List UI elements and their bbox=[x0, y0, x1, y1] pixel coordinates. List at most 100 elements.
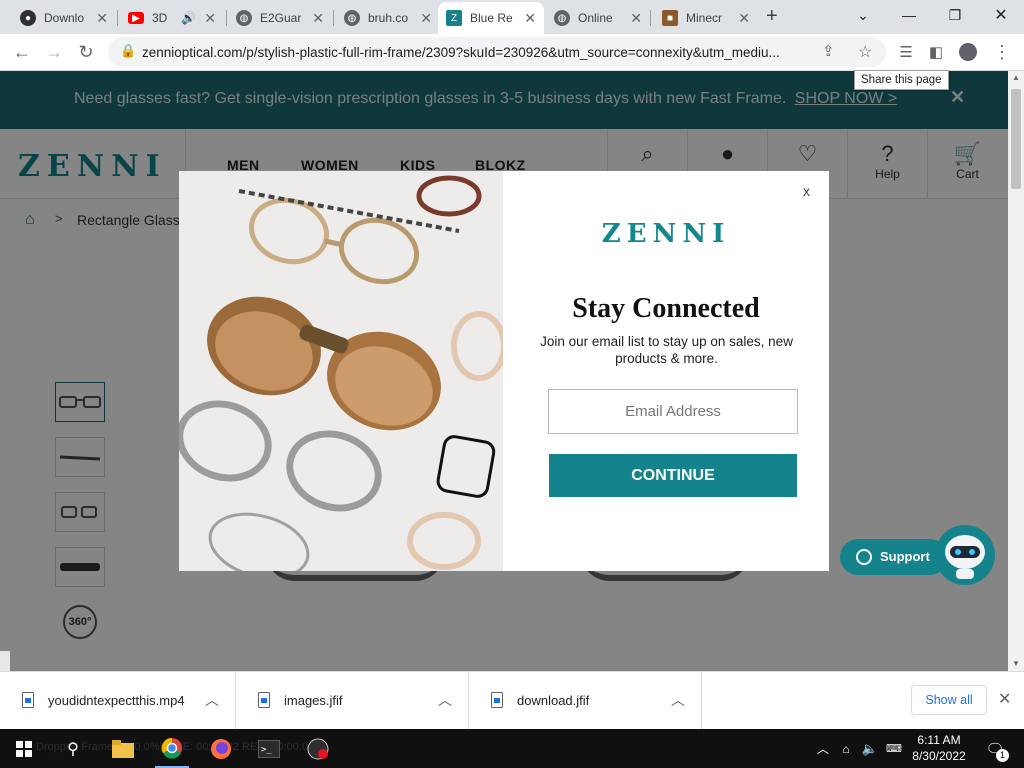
tab-close-icon[interactable]: ✕ bbox=[312, 10, 324, 27]
clock-time: 6:11 AM bbox=[917, 733, 961, 747]
tab-title: Blue Re bbox=[470, 11, 513, 25]
notification-center-icon[interactable]: 🗨 1 bbox=[980, 729, 1010, 768]
file-icon bbox=[258, 692, 270, 708]
keyboard-layout-icon[interactable]: ⌨ bbox=[884, 729, 904, 768]
tab-separator bbox=[117, 10, 118, 26]
obs-taskbar-icon[interactable] bbox=[301, 729, 335, 768]
address-bar[interactable]: 🔒 zennioptical.com/p/stylish-plastic-ful… bbox=[108, 37, 886, 67]
windows-taskbar: Dropped Frames 0 (0.0%) LIVE: 00:15:32 R… bbox=[0, 729, 1024, 768]
share-tooltip: Share this page bbox=[854, 70, 949, 90]
globe-icon: ◍ bbox=[236, 10, 252, 26]
firefox-icon[interactable] bbox=[204, 729, 238, 768]
network-icon[interactable]: ⌂ bbox=[836, 729, 856, 768]
download-item[interactable]: download.jfif ︿ bbox=[469, 672, 702, 730]
audio-playing-icon[interactable]: 🔊 bbox=[181, 11, 196, 25]
terminal-icon[interactable]: >_ bbox=[252, 729, 286, 768]
youtube-icon: ▶ bbox=[128, 12, 144, 24]
volume-icon[interactable]: 🔈 bbox=[860, 729, 880, 768]
tray-chevron-up-icon[interactable]: ︿ bbox=[814, 729, 832, 768]
chat-bubble-icon bbox=[856, 549, 872, 565]
download-filename: images.jfif bbox=[284, 693, 343, 708]
file-explorer-icon[interactable] bbox=[106, 729, 140, 768]
newsletter-modal: x ZENNI Stay Connected Join our email li… bbox=[179, 171, 829, 571]
download-filename: download.jfif bbox=[517, 693, 590, 708]
tab-7[interactable]: ■ Minecr ✕ bbox=[654, 2, 758, 34]
minecraft-icon: ■ bbox=[662, 10, 678, 26]
file-icon bbox=[22, 692, 34, 708]
obs-icon: ● bbox=[20, 10, 36, 26]
show-all-button[interactable]: Show all bbox=[911, 685, 987, 715]
modal-title: Stay Connected bbox=[572, 293, 760, 324]
modal-close-icon[interactable]: x bbox=[803, 183, 810, 199]
download-item[interactable]: youdidntexpectthis.mp4 ︿ bbox=[0, 672, 236, 730]
new-tab-plus-icon[interactable]: + bbox=[766, 5, 778, 28]
support-button[interactable]: Support bbox=[840, 539, 948, 575]
url-text[interactable]: zennioptical.com/p/stylish-plastic-full-… bbox=[142, 45, 822, 60]
continue-button[interactable]: CONTINUE bbox=[549, 454, 797, 497]
tab-close-icon[interactable]: ✕ bbox=[524, 10, 536, 27]
chevron-up-icon[interactable]: ︿ bbox=[438, 690, 452, 710]
scroll-thumb[interactable] bbox=[1011, 89, 1021, 189]
bookmark-star-icon[interactable]: ☆ bbox=[858, 42, 872, 62]
windows-start-icon[interactable] bbox=[8, 729, 40, 768]
side-panel-icon[interactable]: ◧ bbox=[922, 38, 950, 66]
modal-description: Join our email list to stay up on sales,… bbox=[540, 334, 793, 366]
tab-title: 3D bbox=[152, 11, 168, 25]
browser-toolbar: ← → ↻ 🔒 zennioptical.com/p/stylish-plast… bbox=[0, 34, 1024, 71]
tab-title: E2Guar bbox=[260, 11, 302, 25]
tab-close-icon[interactable]: ✕ bbox=[96, 10, 108, 27]
reload-icon[interactable]: ↻ bbox=[72, 38, 100, 66]
forward-arrow-icon[interactable]: → bbox=[40, 38, 68, 66]
download-filename: youdidntexpectthis.mp4 bbox=[48, 693, 185, 708]
chevron-up-icon[interactable]: ︿ bbox=[205, 690, 219, 710]
tab-1[interactable]: ● Downlo ✕ bbox=[12, 2, 116, 34]
scroll-down-icon[interactable]: ▼ bbox=[1012, 659, 1020, 668]
download-item[interactable]: images.jfif ︿ bbox=[236, 672, 469, 730]
profile-avatar-icon[interactable] bbox=[954, 38, 982, 66]
maximize-icon[interactable]: ❐ bbox=[932, 0, 978, 30]
downloads-bar: youdidntexpectthis.mp4 ︿ images.jfif ︿ d… bbox=[0, 671, 1024, 730]
page-scrollbar[interactable]: ▲ ▼ bbox=[1008, 71, 1024, 671]
tab-title: Minecr bbox=[686, 11, 723, 25]
tab-4[interactable]: ◍ bruh.co ✕ bbox=[336, 2, 440, 34]
tab-close-icon[interactable]: ✕ bbox=[204, 10, 216, 27]
tab-5-active[interactable]: Z Blue Re ✕ bbox=[438, 2, 544, 34]
file-icon bbox=[491, 692, 503, 708]
tab-3[interactable]: ◍ E2Guar ✕ bbox=[228, 2, 332, 34]
tab-title: bruh.co bbox=[368, 11, 409, 25]
lock-icon[interactable]: 🔒 bbox=[120, 43, 136, 59]
globe-icon: ◍ bbox=[554, 10, 570, 26]
tab-6[interactable]: ◍ Online ✕ bbox=[546, 2, 650, 34]
modal-zenni-logo: ZENNI bbox=[601, 219, 731, 249]
tab-close-icon[interactable]: ✕ bbox=[630, 10, 642, 27]
web-page: Need glasses fast? Get single-vision pre… bbox=[0, 71, 1008, 671]
tab-close-icon[interactable]: ✕ bbox=[738, 10, 750, 27]
tab-close-icon[interactable]: ✕ bbox=[420, 10, 432, 27]
support-label: Support bbox=[880, 549, 930, 564]
back-arrow-icon[interactable]: ← bbox=[8, 38, 36, 66]
chrome-icon[interactable] bbox=[155, 729, 189, 768]
tab-title: Online bbox=[578, 11, 613, 25]
zenni-icon: Z bbox=[446, 10, 462, 26]
chevron-up-icon[interactable]: ︿ bbox=[671, 690, 685, 710]
email-field[interactable] bbox=[548, 389, 798, 434]
globe-icon: ◍ bbox=[344, 10, 360, 26]
tab-separator bbox=[333, 10, 334, 26]
kebab-menu-icon[interactable]: ⋮ bbox=[988, 38, 1016, 66]
tab-search-chevron-icon[interactable]: ⌄ bbox=[840, 0, 886, 30]
minimize-icon[interactable]: — bbox=[886, 0, 932, 30]
search-icon[interactable]: ⚲ bbox=[56, 729, 90, 768]
scroll-up-icon[interactable]: ▲ bbox=[1012, 73, 1020, 82]
page-edge-tab bbox=[0, 651, 10, 671]
notification-badge: 1 bbox=[996, 749, 1009, 762]
tab-title: Downlo bbox=[44, 11, 85, 25]
close-downloads-icon[interactable]: ✕ bbox=[998, 689, 1011, 709]
tab-2[interactable]: ▶ 3D 🔊 ✕ bbox=[120, 2, 224, 34]
clock-date: 8/30/2022 bbox=[912, 749, 966, 763]
system-clock[interactable]: 6:11 AM 8/30/2022 bbox=[908, 732, 970, 764]
share-icon[interactable]: ⇪ bbox=[822, 42, 835, 60]
support-bot-avatar-icon[interactable] bbox=[934, 524, 996, 586]
reading-list-icon[interactable]: ☰ bbox=[892, 38, 920, 66]
close-window-icon[interactable]: ✕ bbox=[978, 0, 1024, 30]
svg-text:>_: >_ bbox=[261, 745, 272, 755]
